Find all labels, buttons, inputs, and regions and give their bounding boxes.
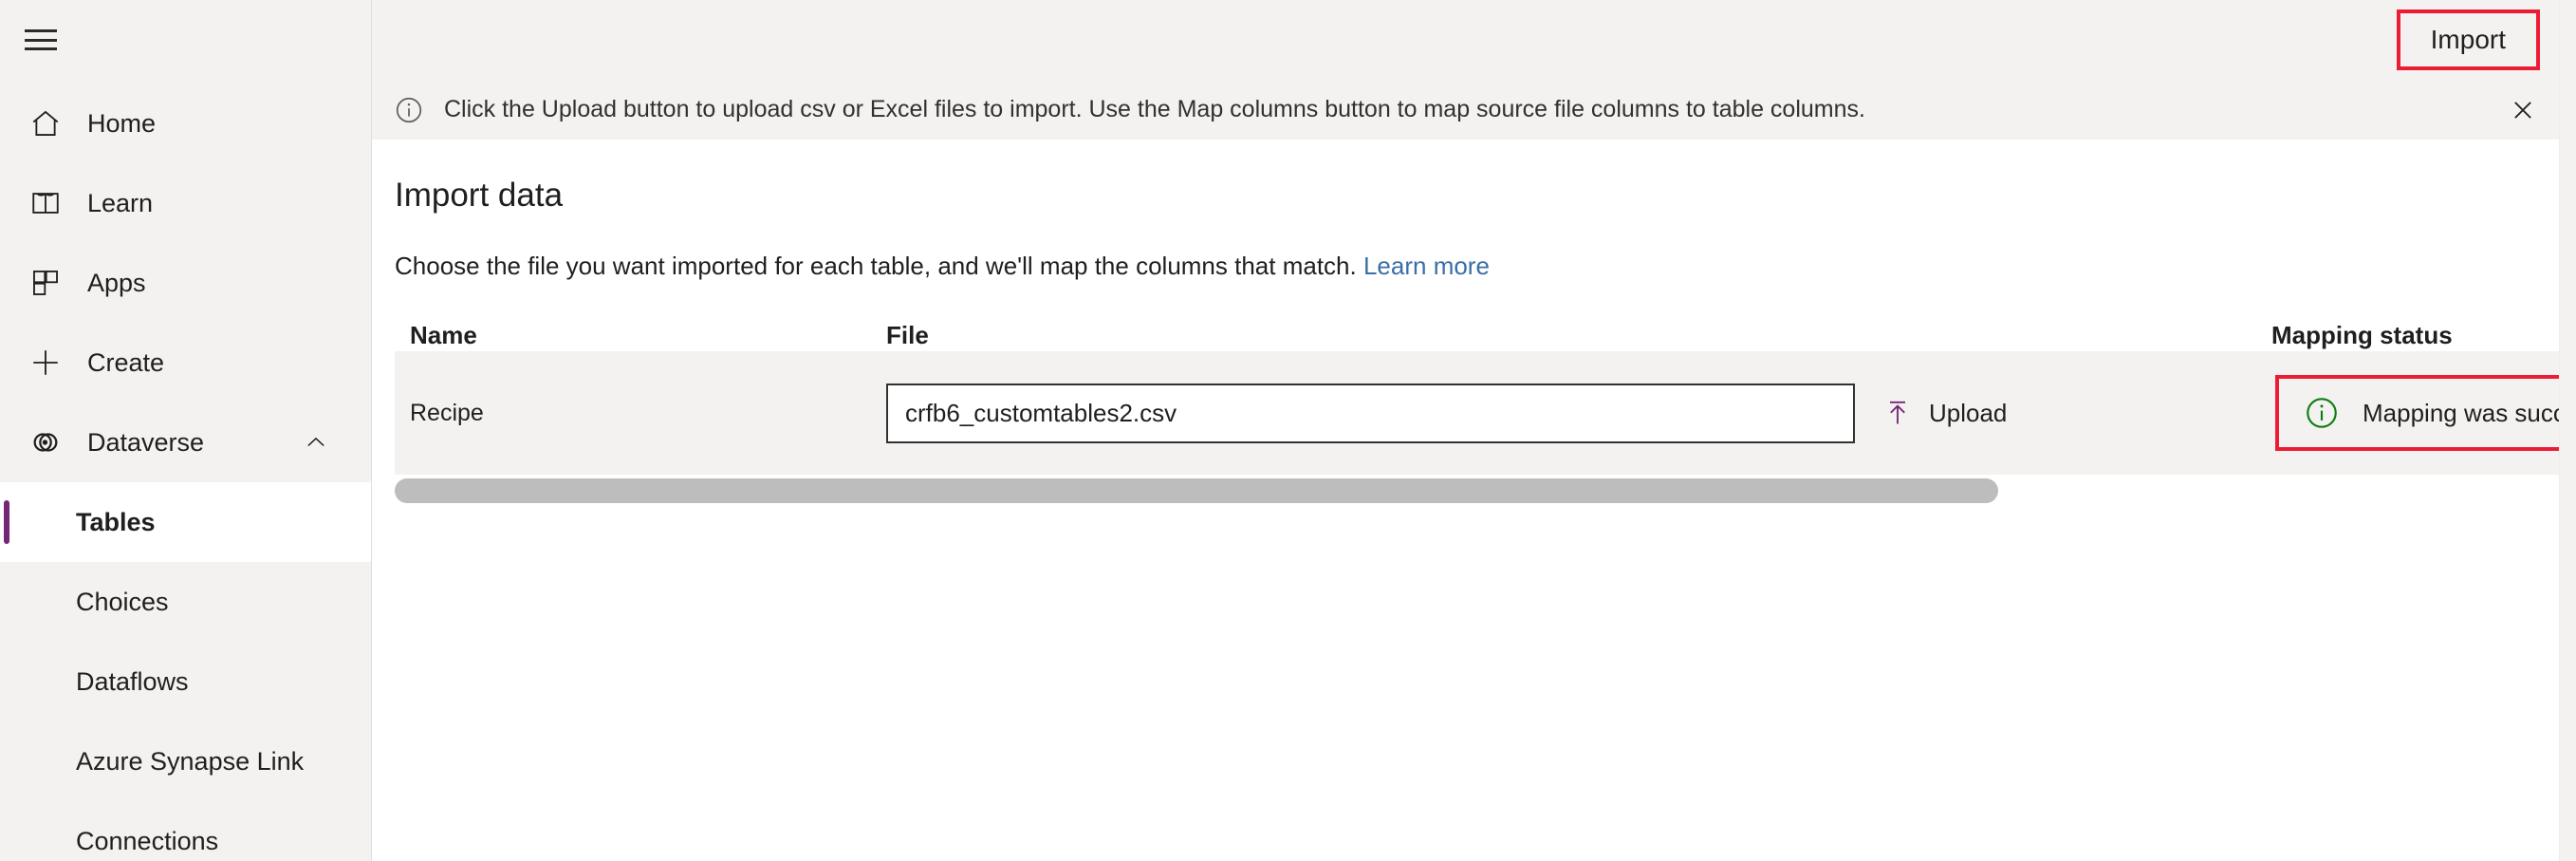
sidebar-item-label: Choices: [76, 588, 169, 617]
import-button-annotation: Import: [2397, 9, 2540, 70]
page-subtitle-text: Choose the file you want imported for ea…: [395, 252, 1357, 280]
home-icon: [25, 103, 66, 144]
apps-icon: [25, 262, 66, 304]
sidebar-item-label: Create: [87, 348, 164, 378]
command-bar: Import: [372, 0, 2576, 80]
grid-header-row: Name File Mapping status: [395, 321, 2576, 351]
upload-button-label: Upload: [1929, 399, 2007, 428]
hamburger-icon[interactable]: [25, 29, 57, 50]
sidebar-item-tables[interactable]: Tables: [0, 482, 371, 562]
page-vertical-scrollbar[interactable]: [2559, 0, 2576, 861]
sidebar-item-label: Home: [87, 109, 156, 139]
hamburger-menu-button[interactable]: [0, 0, 371, 80]
table-name-value: Recipe: [410, 400, 484, 426]
import-data-panel: Import data Choose the file you want imp…: [372, 140, 2576, 503]
column-header-name: Name: [395, 321, 649, 350]
sidebar-item-label: Learn: [87, 189, 153, 218]
notification-bar: Click the Upload button to upload csv or…: [372, 80, 2576, 140]
sidebar-item-label: Apps: [87, 269, 146, 298]
main-area: Import Click the Upload button to upload…: [372, 0, 2576, 861]
cell-name: Recipe: [395, 400, 649, 427]
sidebar-item-home[interactable]: Home: [0, 84, 371, 163]
chevron-up-icon[interactable]: [303, 429, 329, 456]
upload-button[interactable]: Upload: [1881, 397, 2007, 429]
book-icon: [25, 182, 66, 224]
grid-horizontal-scrollbar[interactable]: [395, 478, 1998, 503]
success-info-circle-icon: [2304, 395, 2340, 431]
import-grid: Name File Mapping status Recipe: [395, 321, 2576, 503]
status-badge: Mapping was successful: [2363, 399, 2576, 428]
file-input[interactable]: [886, 384, 1855, 443]
app-root: Home Learn: [0, 0, 2576, 861]
column-header-mapping-status: Mapping status: [2205, 321, 2576, 350]
sidebar-item-dataverse[interactable]: Dataverse: [0, 402, 371, 482]
sidebar-item-label: Dataverse: [87, 428, 204, 458]
page-subtitle: Choose the file you want imported for ea…: [395, 252, 2576, 281]
sidebar-item-learn[interactable]: Learn: [0, 163, 371, 243]
column-header-file: File: [649, 321, 2205, 350]
plus-icon: [25, 342, 66, 384]
info-circle-icon: [393, 94, 425, 126]
mapping-status-annotation: Mapping was successful: [2275, 375, 2576, 451]
notification-message: Click the Upload button to upload csv or…: [444, 96, 1865, 123]
sidebar-item-connections[interactable]: Connections: [0, 801, 371, 861]
selection-indicator: [4, 500, 9, 544]
upload-icon: [1881, 397, 1914, 429]
sidebar-item-label: Tables: [76, 508, 156, 537]
sidebar: Home Learn: [0, 0, 372, 861]
learn-more-link[interactable]: Learn more: [1363, 252, 1490, 280]
page-title: Import data: [395, 176, 2576, 215]
sidebar-nav-list: Home Learn: [0, 80, 371, 861]
table-row[interactable]: Recipe Upload: [395, 351, 2576, 475]
sidebar-item-choices[interactable]: Choices: [0, 562, 371, 642]
import-button[interactable]: Import: [2402, 15, 2534, 65]
scrollbar-thumb[interactable]: [395, 478, 1998, 503]
cell-mapping-status: Mapping was successful: [2205, 375, 2576, 451]
close-icon[interactable]: [2506, 93, 2540, 127]
sidebar-item-create[interactable]: Create: [0, 323, 371, 402]
sidebar-item-apps[interactable]: Apps: [0, 243, 371, 323]
sidebar-item-label: Connections: [76, 827, 218, 856]
sidebar-item-label: Dataflows: [76, 667, 189, 697]
sidebar-item-label: Azure Synapse Link: [76, 747, 304, 777]
sidebar-item-azure-synapse-link[interactable]: Azure Synapse Link: [0, 721, 371, 801]
sidebar-item-dataflows[interactable]: Dataflows: [0, 642, 371, 721]
cell-file: Upload: [649, 384, 2205, 443]
dataverse-icon: [25, 421, 66, 463]
